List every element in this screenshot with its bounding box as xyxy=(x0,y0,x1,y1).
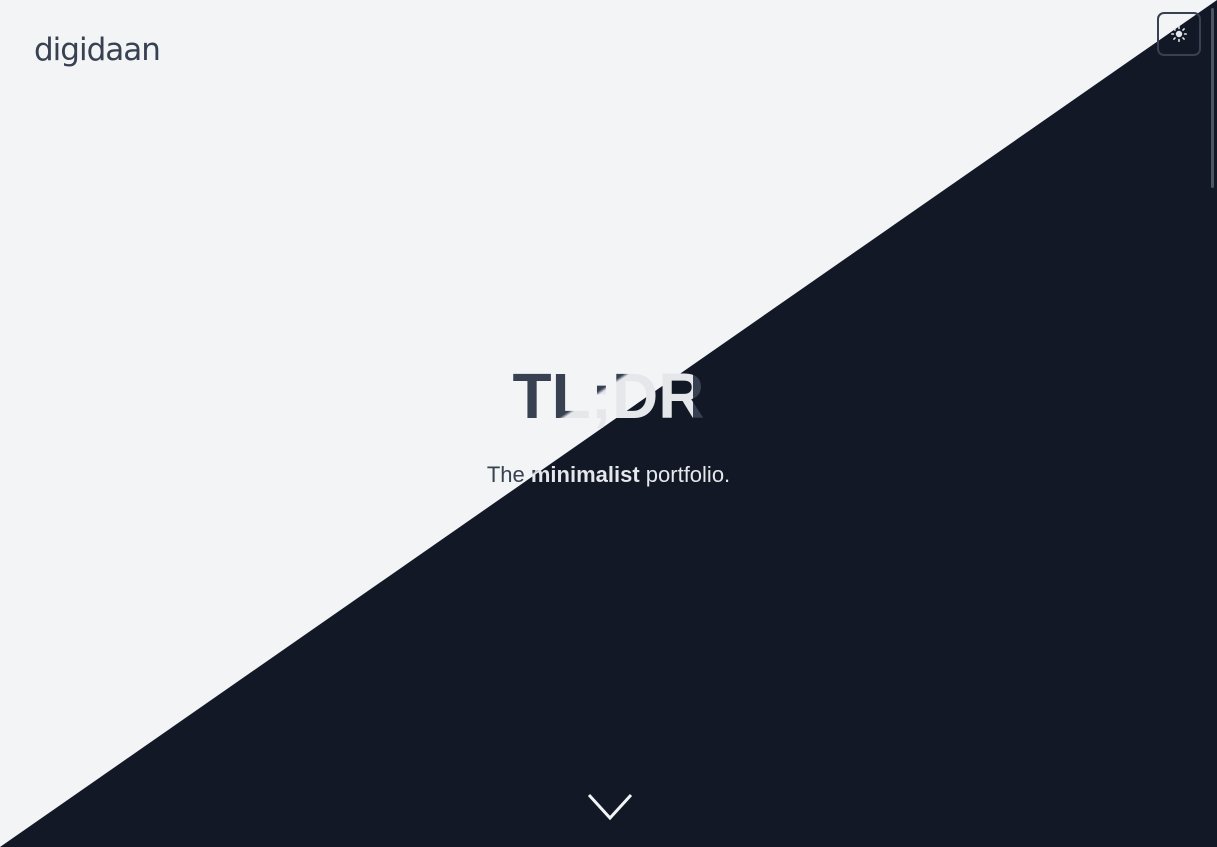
hero-subtitle-emphasis: minimalist xyxy=(530,462,640,487)
site-logo[interactable]: digidaan xyxy=(34,28,161,72)
scrollbar-thumb[interactable] xyxy=(1211,8,1214,188)
theme-toggle-button[interactable] xyxy=(1157,12,1201,56)
hero-subtitle-suffix: portfolio. xyxy=(639,462,731,487)
chevron-down-icon xyxy=(587,793,633,821)
page-scrollbar[interactable] xyxy=(1211,0,1215,847)
scroll-down-button[interactable] xyxy=(587,790,633,824)
hero-subtitle: The minimalist portfolio. xyxy=(0,460,1217,490)
hero-title: TL;DR xyxy=(512,360,705,432)
page: digidaan TL;DR The minimalist portfolio. xyxy=(0,0,1217,847)
hero-section: TL;DR The minimalist portfolio. xyxy=(0,360,1217,490)
sun-icon xyxy=(1171,26,1187,42)
hero-subtitle-prefix: The xyxy=(486,462,531,487)
